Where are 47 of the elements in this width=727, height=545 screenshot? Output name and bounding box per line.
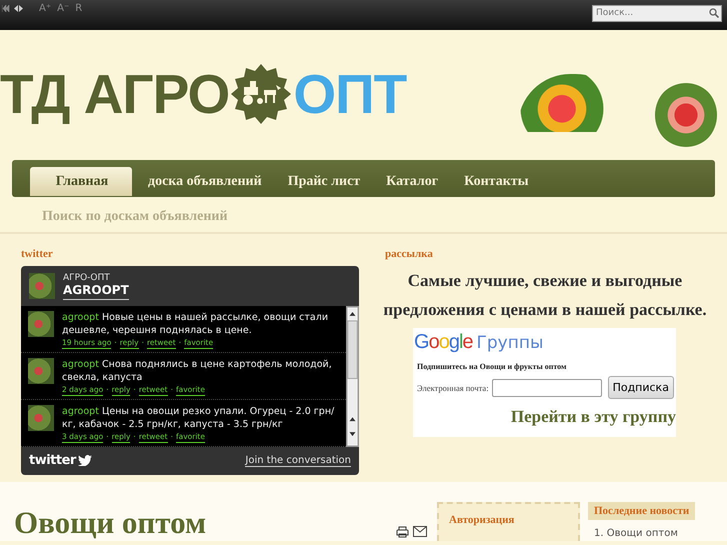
- list-marker: 1.: [594, 528, 604, 539]
- email-input[interactable]: [492, 378, 602, 396]
- section-heading: рассылка: [385, 248, 433, 260]
- google-logo: Google: [414, 331, 473, 354]
- print-icon[interactable]: [396, 526, 409, 538]
- email-label: Электронная почта:: [417, 382, 489, 392]
- avatar-photo-placeholder: [28, 311, 54, 337]
- account-name: АГРО-ОПТ: [63, 273, 110, 283]
- twitter-logo: twitter: [29, 453, 92, 468]
- newsletter-promo-text: Самые лучшие, свежие и выгодные предложения с ценами в нашей рассылке.: [382, 270, 708, 321]
- nav-tab[interactable]: доска объявлений: [134, 167, 274, 196]
- account-handle: AGROOPT: [63, 283, 129, 300]
- news-link[interactable]: Овощи оптом: [606, 528, 678, 539]
- groups-title: Группы: [476, 333, 544, 353]
- subscribe-button[interactable]: Подписка: [608, 376, 674, 399]
- logo-text: ТД АГРО: [0, 66, 230, 122]
- panel-heading: Авторизация: [449, 514, 514, 526]
- section-heading: twitter: [21, 248, 53, 260]
- group-link[interactable]: Перейти в эту группу: [510, 407, 676, 427]
- logo-text: ОПТ: [293, 66, 406, 122]
- user-link[interactable]: agroopt: [62, 312, 99, 323]
- tweet-text: agroopt Новые цены в нашей рассылке, овощи стали дешевле, черешня поднялась в цене.: [62, 311, 329, 337]
- join-conversation-link[interactable]: Join the conversation: [245, 454, 351, 466]
- search-icon[interactable]: [709, 8, 719, 18]
- article-title: Овощи оптом: [14, 507, 206, 541]
- user-link[interactable]: agroopt: [62, 359, 99, 370]
- nav-tab[interactable]: Главная: [30, 167, 132, 196]
- avatar-photo-placeholder: [28, 358, 54, 384]
- arrows-icon[interactable]: [14, 4, 23, 12]
- nav-tab[interactable]: Прайс лист: [274, 167, 372, 196]
- avatar-photo-placeholder: [29, 273, 55, 299]
- user-link[interactable]: agroopt: [62, 406, 99, 417]
- font-size-button[interactable]: R: [73, 2, 84, 14]
- search-field[interactable]: Поиск...: [592, 4, 722, 22]
- font-size-button[interactable]: A⁺: [37, 2, 54, 14]
- email-icon[interactable]: [413, 526, 427, 537]
- tractor-badge-icon: [230, 63, 292, 125]
- tweet-text: agroopt Цены на овощи резко упали. Огурец - 2.0 грн/кг, кабачок - 2.5 грн/кг, капуста - 3.5 грн/кг: [62, 405, 336, 431]
- avatar-photo-placeholder: [28, 405, 54, 431]
- skip-icon[interactable]: [2, 4, 10, 12]
- scrollbar[interactable]: [346, 306, 359, 447]
- subscribe-label: Подпишитесь на Овощи и фрукты оптом: [417, 362, 566, 371]
- nav-tab[interactable]: Каталог: [372, 167, 450, 196]
- font-size-button[interactable]: A⁻: [55, 2, 72, 14]
- panel-heading: Последние новости: [588, 502, 696, 520]
- tweet-text: agroopt Снова поднялись в цене картофель молодой, свекла, капуста: [62, 358, 333, 384]
- nav-tab[interactable]: Контакты: [450, 167, 541, 196]
